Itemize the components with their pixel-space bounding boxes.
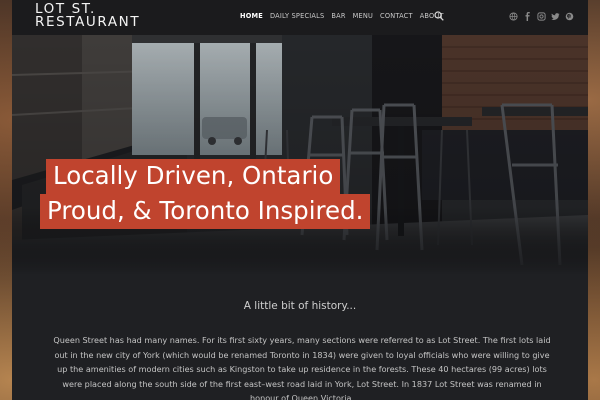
nav-item-menu[interactable]: MENU [353,12,373,20]
nav-item-home[interactable]: HOME [240,12,263,20]
hero-title-line2: Proud, & Toronto Inspired. [40,194,371,229]
nav-item-bar[interactable]: BAR [331,12,345,20]
nav-item-daily-specials[interactable]: DAILY SPECIALS [270,12,324,20]
search-icon[interactable] [434,11,444,21]
page-container: LOT ST. RESTAURANT HOME DAILY SPECIALS B… [12,0,588,400]
facebook-icon[interactable] [523,12,532,21]
history-paragraph: Queen Street has had many names. For its… [53,335,551,400]
site-logo[interactable]: LOT ST. RESTAURANT [35,2,141,30]
globe-icon[interactable] [509,12,518,21]
hero-section: Locally Driven, Ontario Proud, & Toronto… [12,35,588,275]
hero-image [12,35,588,275]
section-title: A little bit of history... [243,300,357,312]
main-nav: HOME DAILY SPECIALS BAR MENU CONTACT ABO… [240,12,451,20]
instagram-icon[interactable] [537,12,546,21]
site-header: LOT ST. RESTAURANT HOME DAILY SPECIALS B… [12,0,588,35]
social-links [509,12,574,21]
nav-item-contact[interactable]: CONTACT [380,12,413,20]
logo-line2: RESTAURANT [35,14,141,30]
pinterest-icon[interactable] [565,12,574,21]
hero-title: Locally Driven, Ontario Proud, & Toronto… [40,159,410,229]
twitter-icon[interactable] [551,12,560,21]
hero-title-line1: Locally Driven, Ontario [46,159,341,194]
